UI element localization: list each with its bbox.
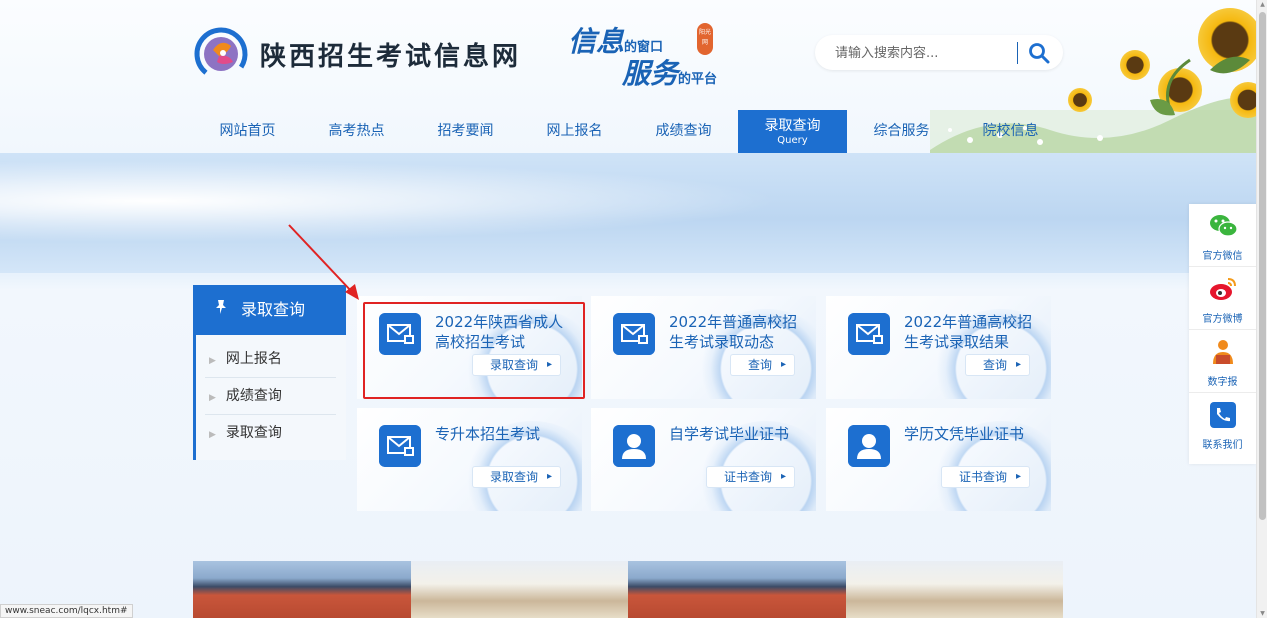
mail-icon xyxy=(379,425,421,467)
highlight-box xyxy=(363,302,585,399)
campus-photo xyxy=(628,561,846,618)
sidebar-item-label: 录取查询 xyxy=(225,425,282,441)
sidebar-list: ▶ 网上报名 ▶ 成绩查询 ▶ 录取查询 xyxy=(193,335,346,460)
scrollbar-thumb[interactable] xyxy=(1259,12,1266,520)
page: 陕西招生考试信息网 信息的窗口 阳光网 服务的平台 请输入搜索内容... 网站首… xyxy=(0,0,1256,618)
sidebar: 录取查询 ▶ 网上报名 ▶ 成绩查询 ▶ 录取查询 xyxy=(193,285,346,460)
main-nav: 网站首页 高考热点 招考要闻 网上报名 成绩查询 录取查询 Query 综合服务… xyxy=(193,110,1065,153)
sidebar-item-label: 成绩查询 xyxy=(225,388,282,404)
vertical-scrollbar[interactable]: ▲ ▼ xyxy=(1256,0,1267,618)
person-icon xyxy=(848,425,890,467)
slogan-line-2: 服务的平台 xyxy=(622,57,718,90)
campus-photo xyxy=(410,561,628,618)
nav-item-home[interactable]: 网站首页 xyxy=(193,110,302,153)
float-label: 官方微信 xyxy=(1202,251,1243,262)
weibo-icon xyxy=(1209,278,1236,300)
nav-item-score-query[interactable]: 成绩查询 xyxy=(629,110,738,153)
mail-icon xyxy=(613,313,655,355)
nav-item-admission-query[interactable]: 录取查询 Query xyxy=(738,110,847,153)
triangle-right-icon: ▶ xyxy=(209,356,216,366)
site-name[interactable]: 陕西招生考试信息网 xyxy=(260,36,521,73)
phone-icon xyxy=(1209,402,1236,428)
sidebar-item-online-registration[interactable]: ▶ 网上报名 xyxy=(205,341,336,378)
person-icon xyxy=(613,425,655,467)
float-item-weibo[interactable]: 官方微博 xyxy=(1189,267,1256,330)
card-title: 2022年普通高校招生考试录取结果 xyxy=(904,313,1033,351)
float-item-contact[interactable]: 联系我们 xyxy=(1189,393,1256,456)
mail-icon xyxy=(848,313,890,355)
slogan-seal: 阳光网 xyxy=(697,23,713,55)
nav-item-college-info[interactable]: 院校信息 xyxy=(956,110,1065,153)
search-icon[interactable] xyxy=(1027,41,1051,65)
query-card-general-college-progress[interactable]: 2022年普通高校招生考试录取动态 查询 xyxy=(591,296,816,399)
reader-icon xyxy=(1212,340,1233,364)
photo-carousel[interactable] xyxy=(193,561,1063,618)
triangle-right-icon: ▶ xyxy=(209,430,216,440)
nav-item-services[interactable]: 综合服务 xyxy=(847,110,956,153)
nav-item-news[interactable]: 招考要闻 xyxy=(411,110,520,153)
card-title: 专升本招生考试 xyxy=(435,425,541,443)
certificate-query-button[interactable]: 证书查询 xyxy=(706,467,794,487)
annotation-arrow-icon xyxy=(288,224,359,300)
card-title: 自学考试毕业证书 xyxy=(669,425,790,443)
sidebar-item-label: 网上报名 xyxy=(225,351,282,367)
query-card-self-study-certificate[interactable]: 自学考试毕业证书 证书查询 xyxy=(591,408,816,511)
card-title: 学历文凭毕业证书 xyxy=(904,425,1025,443)
sidebar-item-score-query[interactable]: ▶ 成绩查询 xyxy=(205,378,336,415)
float-label: 官方微博 xyxy=(1202,314,1243,325)
float-label: 联系我们 xyxy=(1202,440,1243,451)
query-card-general-college-results[interactable]: 2022年普通高校招生考试录取结果 查询 xyxy=(826,296,1051,399)
float-toolbar: 官方微信 官方微博 数字报 联系我们 xyxy=(1189,204,1256,464)
query-card-diploma-certificate[interactable]: 学历文凭毕业证书 证书查询 xyxy=(826,408,1051,511)
campus-photo xyxy=(193,561,411,618)
query-button[interactable]: 查询 xyxy=(965,355,1029,375)
query-card-upgrade-exam[interactable]: 专升本招生考试 录取查询 xyxy=(357,408,582,511)
search-input[interactable] xyxy=(835,43,1015,63)
pushpin-icon xyxy=(216,300,226,314)
nav-item-label: 录取查询 xyxy=(764,118,821,134)
card-title: 2022年普通高校招生考试录取动态 xyxy=(669,313,798,351)
scroll-up-icon[interactable]: ▲ xyxy=(1259,1,1266,8)
banner xyxy=(0,153,1256,273)
float-item-digital-paper[interactable]: 数字报 xyxy=(1189,330,1256,393)
float-label: 数字报 xyxy=(1207,377,1238,388)
search-box xyxy=(815,35,1063,70)
admission-query-button[interactable]: 录取查询 xyxy=(472,467,560,487)
search-divider xyxy=(1017,42,1018,64)
wechat-icon xyxy=(1209,215,1238,237)
float-item-wechat[interactable]: 官方微信 xyxy=(1189,204,1256,267)
nav-item-online-registration[interactable]: 网上报名 xyxy=(520,110,629,153)
certificate-query-button[interactable]: 证书查询 xyxy=(941,467,1029,487)
site-logo-icon[interactable] xyxy=(193,24,249,80)
nav-item-hot-topics[interactable]: 高考热点 xyxy=(302,110,411,153)
status-bar-url: www.sneac.com/lqcx.htm# xyxy=(0,604,133,618)
campus-photo xyxy=(845,561,1063,618)
scroll-down-icon[interactable]: ▼ xyxy=(1259,610,1266,617)
triangle-right-icon: ▶ xyxy=(209,393,216,403)
query-button[interactable]: 查询 xyxy=(730,355,794,375)
nav-item-sublabel: Query xyxy=(777,135,808,146)
site-header: 陕西招生考试信息网 信息的窗口 阳光网 服务的平台 请输入搜索内容... 网站首… xyxy=(0,0,1256,153)
sidebar-item-admission-query[interactable]: ▶ 录取查询 xyxy=(205,415,336,452)
